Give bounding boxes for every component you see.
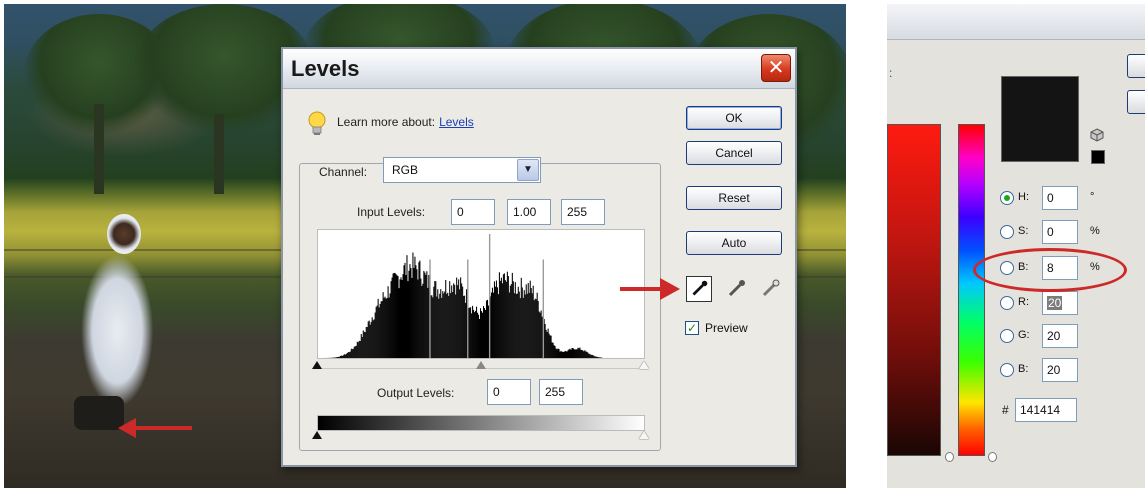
chevron-down-icon[interactable]: ▼ <box>517 159 539 181</box>
annotation-ellipse <box>973 248 1127 292</box>
gamma-slider[interactable] <box>476 361 486 369</box>
output-gradient <box>317 415 645 431</box>
cube-icon[interactable] <box>1090 128 1104 142</box>
picker-cancel-button[interactable] <box>1127 90 1145 114</box>
histogram <box>317 229 645 359</box>
hex-input[interactable]: 141414 <box>1015 398 1077 422</box>
lightbulb-icon <box>308 111 326 135</box>
black-point-slider[interactable] <box>312 361 322 369</box>
output-level-black[interactable]: 0 <box>487 379 531 405</box>
color-field[interactable] <box>887 124 941 456</box>
gray-eyedropper-icon[interactable] <box>723 276 749 302</box>
figure-head <box>107 214 141 254</box>
black-eyedropper-icon[interactable] <box>686 276 712 302</box>
red-label: R: <box>1018 296 1029 308</box>
tree-trunk <box>214 114 224 194</box>
channel-value: RGB <box>392 163 419 177</box>
walking-figure <box>74 232 164 412</box>
blue-input[interactable]: 20 <box>1042 358 1078 382</box>
blue-label: B: <box>1018 363 1029 375</box>
red-arrow-icon <box>118 418 192 438</box>
input-level-white[interactable]: 255 <box>561 199 605 225</box>
channel-select[interactable]: RGB ▼ <box>383 157 541 183</box>
red-value: 20 <box>1047 296 1063 310</box>
saturation-radio[interactable] <box>1000 225 1014 239</box>
preview-label: Preview <box>705 321 748 335</box>
auto-button[interactable]: Auto <box>686 231 782 255</box>
picker-ok-button[interactable] <box>1127 54 1145 78</box>
dialog-title: Levels <box>291 56 360 81</box>
checkmark-icon: ✓ <box>686 321 698 335</box>
red-input[interactable]: 20 <box>1042 291 1078 315</box>
hue-label: H: <box>1018 191 1029 203</box>
red-arrow-icon <box>620 278 680 300</box>
hue-input[interactable]: 0 <box>1042 186 1078 210</box>
ok-button[interactable]: OK <box>686 106 782 130</box>
input-level-black[interactable]: 0 <box>451 199 495 225</box>
saturation-unit: % <box>1090 225 1100 237</box>
close-button[interactable]: ✕ <box>761 54 791 82</box>
levels-help-link[interactable]: Levels <box>439 115 474 129</box>
output-level-white[interactable]: 255 <box>539 379 583 405</box>
output-white-slider[interactable] <box>639 431 649 439</box>
cancel-button[interactable]: Cancel <box>686 141 782 165</box>
green-radio[interactable] <box>1000 329 1014 343</box>
white-point-slider[interactable] <box>639 361 649 369</box>
hue-radio[interactable] <box>1000 191 1014 205</box>
output-black-slider[interactable] <box>312 431 322 439</box>
picker-titlebar <box>887 4 1145 40</box>
input-levels-label: Input Levels: <box>357 205 426 219</box>
saturation-input[interactable]: 0 <box>1042 220 1078 244</box>
levels-dialog: Levels ✕ Learn more about: Levels Channel… <box>281 47 797 467</box>
hue-slider-handle[interactable] <box>945 452 954 462</box>
titlebar[interactable]: Levels ✕ <box>283 49 795 89</box>
hex-label: # <box>1002 403 1009 417</box>
green-label: G: <box>1018 329 1030 341</box>
close-icon: ✕ <box>767 57 785 79</box>
tree-trunk <box>94 104 104 194</box>
preview-checkbox[interactable]: ✓ <box>685 321 699 335</box>
hue-slider[interactable] <box>958 124 985 456</box>
blue-radio[interactable] <box>1000 363 1014 377</box>
green-input[interactable]: 20 <box>1042 324 1078 348</box>
hue-slider-handle[interactable] <box>988 452 997 462</box>
web-safe-swatch[interactable] <box>1091 150 1105 164</box>
learn-more-text: Learn more about: Levels <box>337 115 474 129</box>
picker-help-link[interactable]: : <box>889 66 892 80</box>
current-color-swatch <box>1001 76 1079 162</box>
learn-more-prefix: Learn more about: <box>337 115 436 129</box>
red-radio[interactable] <box>1000 296 1014 310</box>
color-picker-panel: : H: 0 ° S: 0 % B: 8 % R: 20 G: 20 B: 20… <box>887 4 1145 488</box>
reset-button[interactable]: Reset <box>686 186 782 210</box>
output-levels-label: Output Levels: <box>377 386 455 400</box>
hue-unit: ° <box>1090 191 1095 203</box>
input-level-gamma[interactable]: 1.00 <box>507 199 551 225</box>
saturation-label: S: <box>1018 225 1029 237</box>
white-eyedropper-icon[interactable] <box>757 276 783 302</box>
channel-label: Channel: <box>319 165 368 179</box>
